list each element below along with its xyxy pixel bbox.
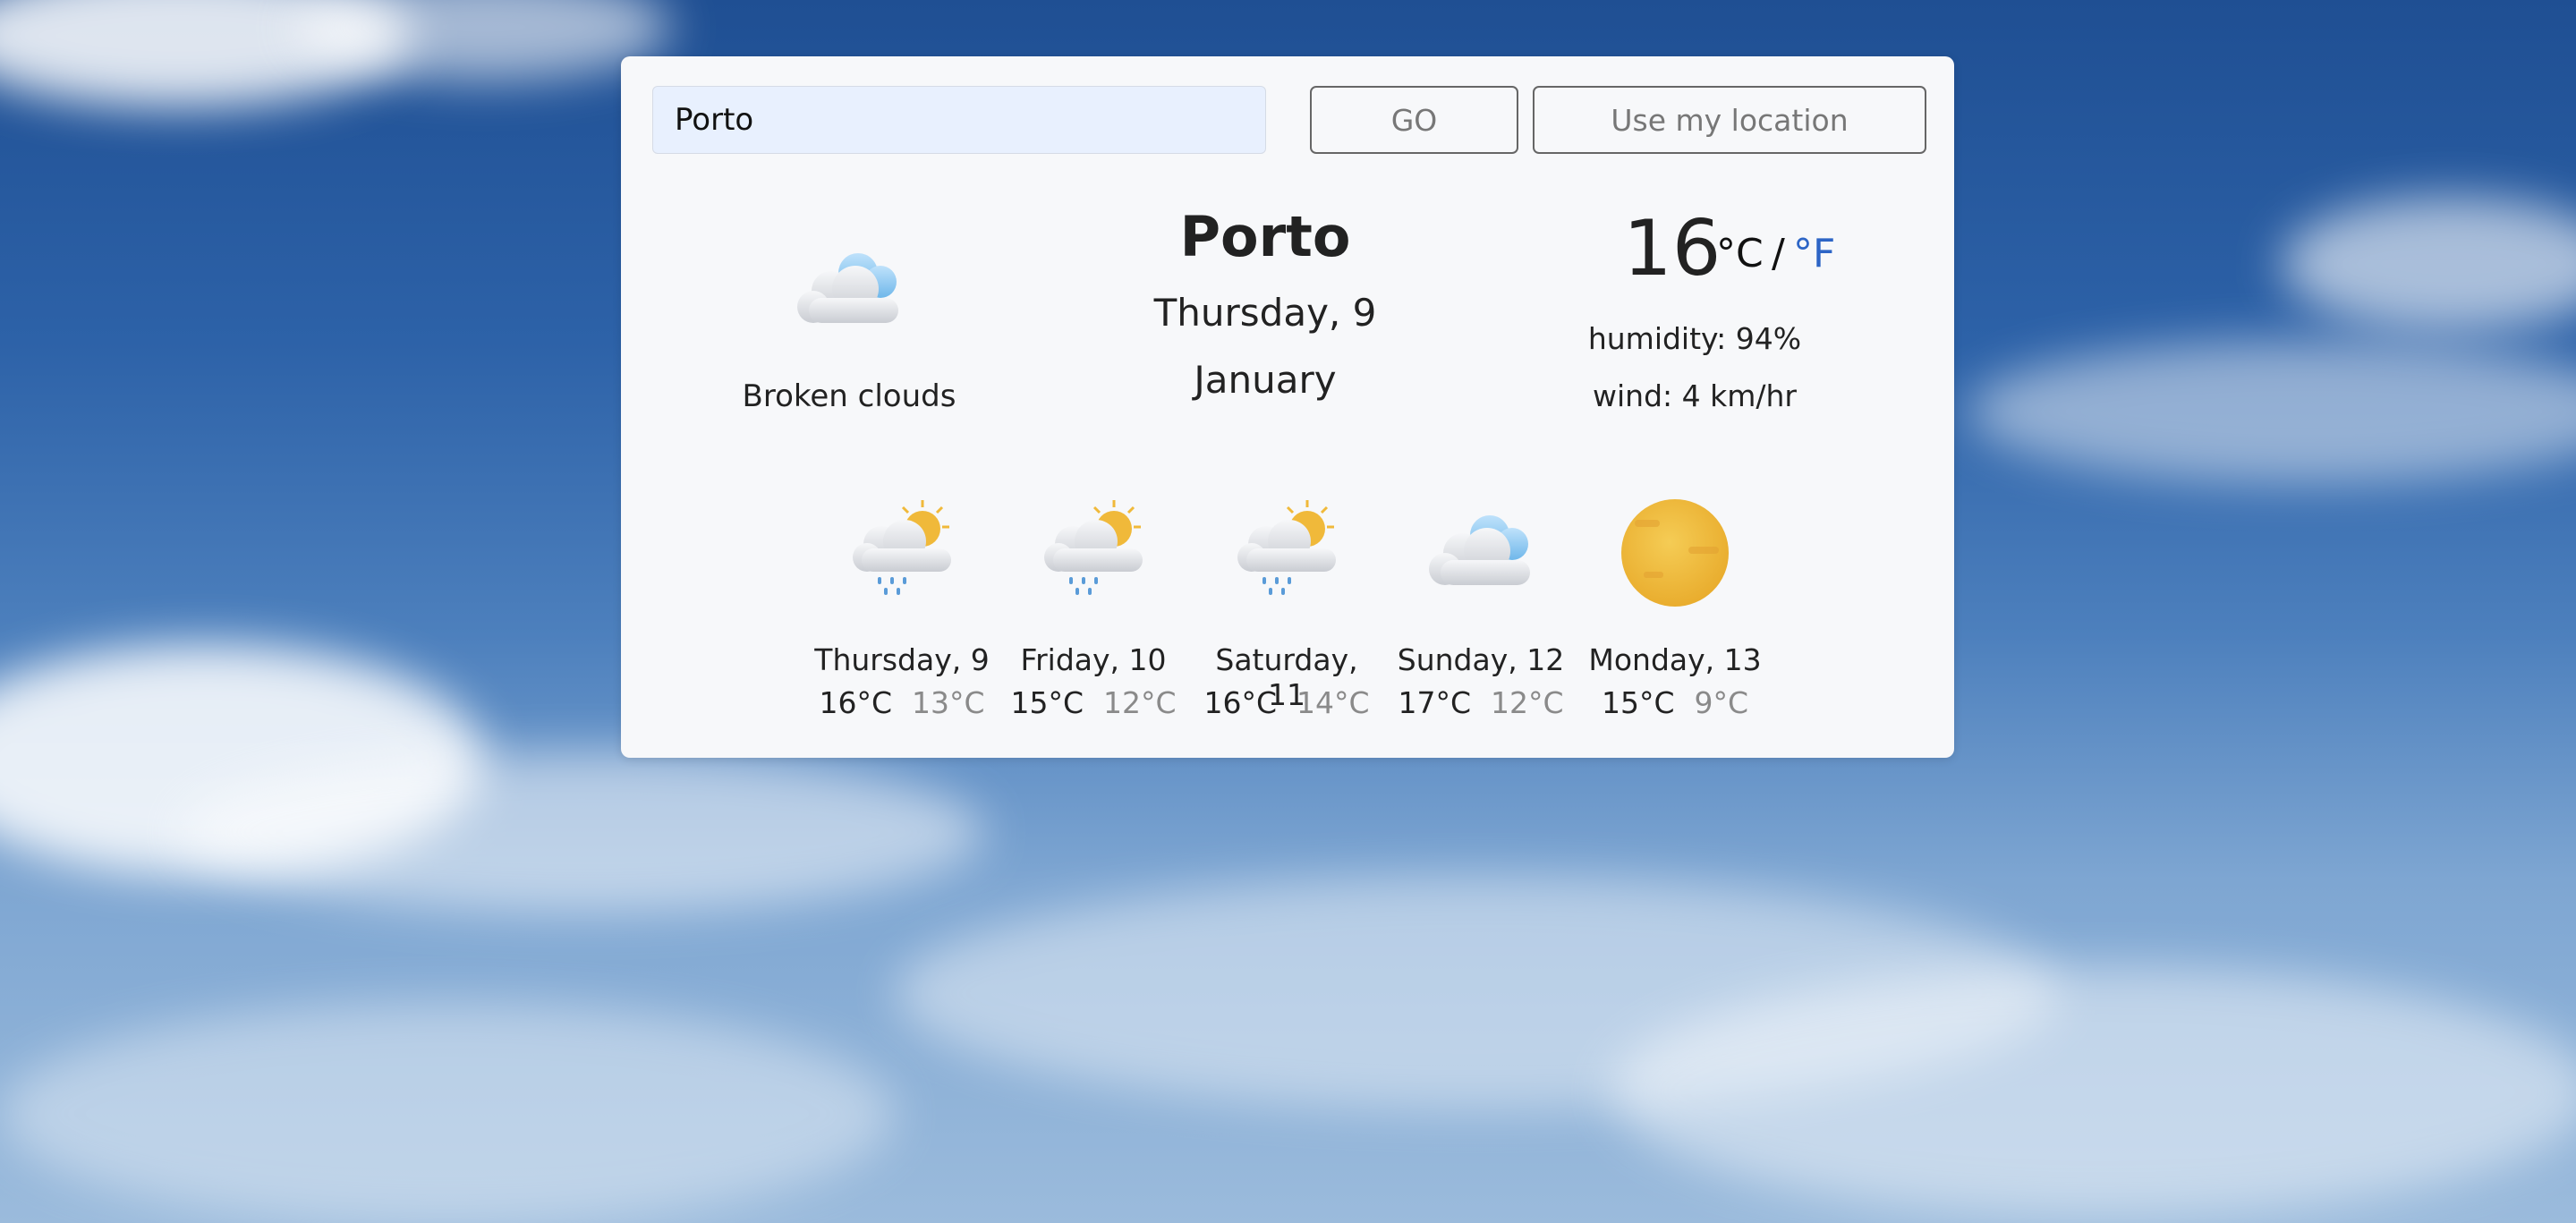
weather-card: GO Use my location Broken clouds Porto T… <box>621 56 1954 758</box>
unit-separator: / <box>1772 231 1785 276</box>
forecast-day-name: Monday, 13 <box>1588 642 1762 677</box>
city-name: Porto <box>1179 204 1351 269</box>
forecast-day: Monday, 13 15°C 9°C <box>1586 495 1764 727</box>
temperature-value: 16 <box>1623 204 1722 293</box>
use-my-location-button[interactable]: Use my location <box>1533 86 1926 154</box>
forecast-max-temp: 16°C <box>1203 685 1277 720</box>
forecast-temps: 15°C 12°C <box>1004 685 1183 720</box>
forecast-min-temp: 13°C <box>912 685 985 720</box>
forecast-temps: 16°C 14°C <box>1197 685 1376 720</box>
weather-description: Broken clouds <box>742 378 956 414</box>
wind-text: wind: 4 km/hr <box>1593 378 1797 413</box>
fahrenheit-link[interactable]: °F <box>1793 231 1835 276</box>
cloud-icon <box>1429 515 1530 585</box>
celsius-unit: °C <box>1716 231 1764 276</box>
forecast-temps: 17°C 12°C <box>1391 685 1570 720</box>
forecast-min-temp: 14°C <box>1297 685 1370 720</box>
sun-rain-cloud-icon <box>1237 500 1336 595</box>
forecast-max-temp: 17°C <box>1398 685 1471 720</box>
forecast-min-temp: 9°C <box>1694 685 1749 720</box>
forecast-day-name: Friday, 10 <box>1020 642 1167 677</box>
broken-clouds-icon <box>797 253 898 323</box>
forecast-day: Thursday, 9 16°C 13°C <box>812 495 991 727</box>
forecast-max-temp: 15°C <box>1601 685 1675 720</box>
sun-icon <box>1621 499 1729 607</box>
forecast-temps: 15°C 9°C <box>1586 685 1764 720</box>
go-button[interactable]: GO <box>1310 86 1518 154</box>
forecast-max-temp: 16°C <box>819 685 892 720</box>
humidity-text: humidity: 94% <box>1587 321 1802 356</box>
forecast-day: Saturday, 11 16°C 14°C <box>1197 495 1376 727</box>
forecast-day-name: Thursday, 9 <box>814 642 990 677</box>
current-date-day: Thursday, 9 <box>1153 291 1377 335</box>
forecast-temps: 16°C 13°C <box>812 685 991 720</box>
forecast-max-temp: 15°C <box>1010 685 1084 720</box>
current-date-month: January <box>1194 358 1337 402</box>
forecast-min-temp: 12°C <box>1103 685 1177 720</box>
forecast-day: Sunday, 12 17°C 12°C <box>1391 495 1570 727</box>
sun-rain-cloud-icon <box>853 500 951 595</box>
sun-rain-cloud-icon <box>1044 500 1143 595</box>
city-search-input[interactable] <box>652 86 1266 154</box>
forecast-day-name: Sunday, 12 <box>1397 642 1565 677</box>
current-temperature: 16 °C / °F <box>1516 204 1874 293</box>
forecast-day: Friday, 10 15°C 12°C <box>1004 495 1183 727</box>
forecast-min-temp: 12°C <box>1491 685 1564 720</box>
